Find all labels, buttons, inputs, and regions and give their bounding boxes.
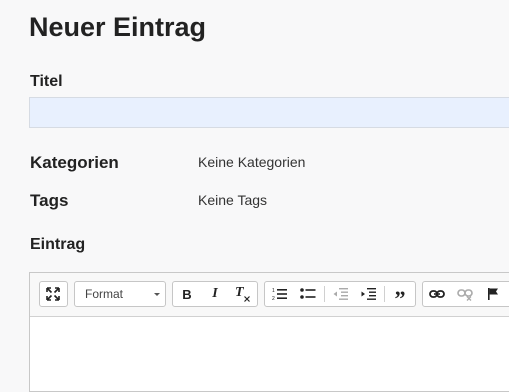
entry-label: Eintrag [30,236,86,253]
toolbar-separator [384,286,385,302]
remove-format-button[interactable]: T [231,284,253,304]
maximize-icon [46,287,60,301]
page-title: Neuer Eintrag [29,12,207,42]
paragraph-group: 1 2 ” [264,281,416,309]
maximize-button[interactable] [42,284,64,304]
rich-text-editor: Format B I T 1 2 ” [29,272,509,392]
link-button[interactable] [426,284,448,304]
numbered-list-button[interactable]: 1 2 [269,284,291,304]
bulleted-list-button[interactable] [297,284,319,304]
links-group [422,281,509,307]
basic-styles-group: B I T [172,281,258,307]
bold-button[interactable]: B [176,284,198,304]
svg-text:1: 1 [272,288,275,294]
editor-content-area[interactable] [30,317,509,391]
decrease-indent-icon [333,288,348,300]
tags-value[interactable]: Keine Tags [198,192,267,208]
format-select[interactable]: Format [74,281,166,307]
categories-label: Kategorien [30,153,119,172]
categories-value[interactable]: Keine Kategorien [198,154,305,170]
blockquote-button[interactable]: ” [389,284,411,309]
unlink-icon [457,289,473,301]
link-icon [429,290,445,298]
anchor-button[interactable] [482,284,504,304]
format-select-label: Format [85,287,124,301]
unlink-button[interactable] [454,284,476,304]
increase-indent-button[interactable] [357,284,379,304]
numbered-list-icon: 1 2 [272,288,287,301]
italic-button[interactable]: I [204,284,226,304]
tags-label: Tags [30,191,69,210]
bulleted-list-icon [300,288,316,299]
editor-toolbar: Format B I T 1 2 ” [30,273,509,317]
italic-icon: I [212,286,218,301]
decrease-indent-button[interactable] [329,284,351,304]
title-label: Titel [30,73,63,90]
remove-format-icon: T [234,286,250,302]
increase-indent-icon [361,288,376,300]
maximize-group [39,281,68,307]
chevron-down-icon [154,293,160,296]
blockquote-icon: ” [394,285,406,311]
toolbar-separator [324,286,325,302]
title-input[interactable] [29,97,509,128]
flag-icon [488,288,498,300]
bold-icon: B [182,286,192,302]
svg-text:2: 2 [272,296,275,301]
